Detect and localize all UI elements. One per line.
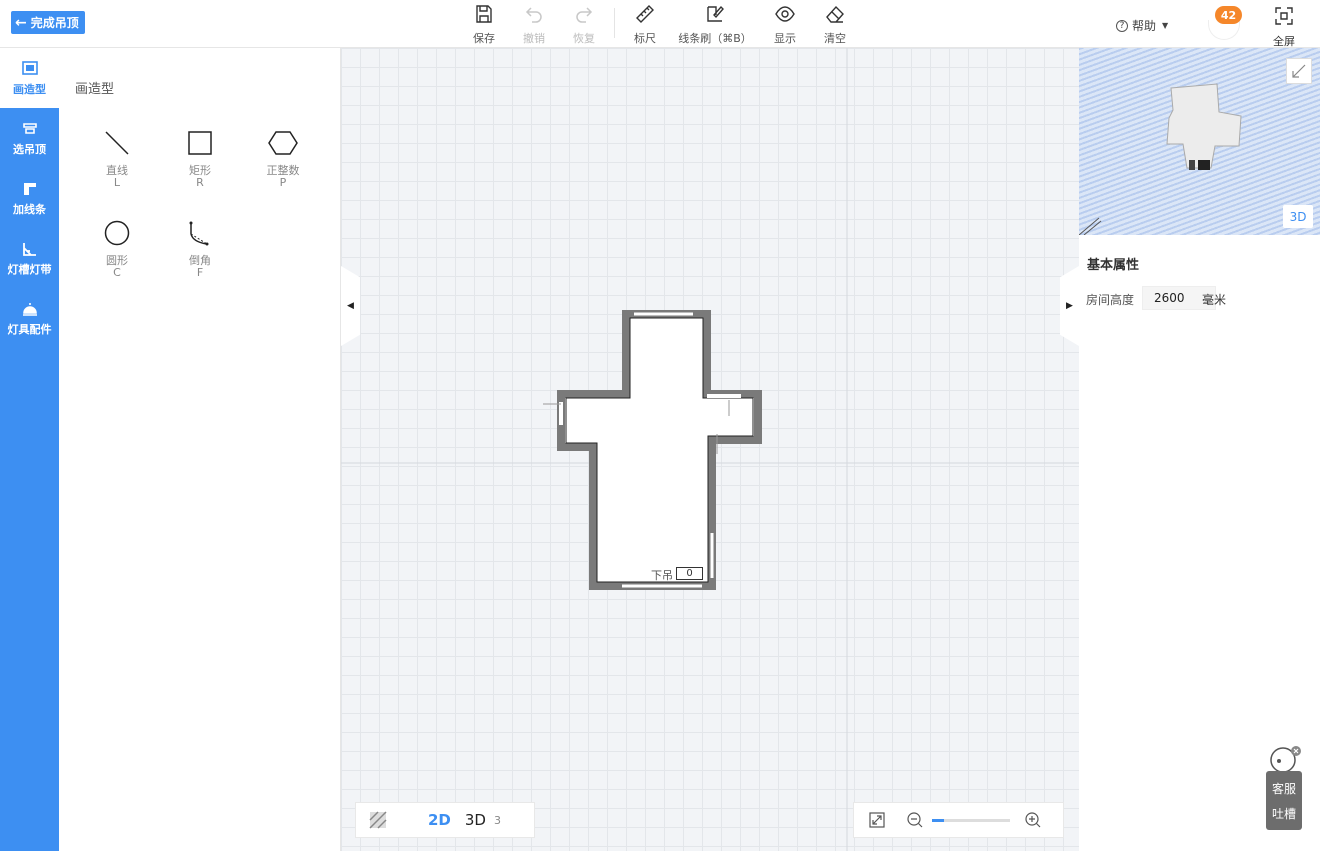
rail-item-label: 画造型 (13, 82, 46, 96)
draw-shape-icon (21, 60, 38, 75)
rectangle-icon (188, 131, 212, 155)
rail-item-label: 灯槽灯带 (7, 262, 52, 276)
display-label: 显示 (774, 32, 796, 45)
fullscreen-label: 全屏 (1273, 35, 1295, 48)
help-menu[interactable]: ? 帮助 ▼ (1116, 17, 1168, 34)
drop-label: 下吊 (651, 569, 673, 582)
rail-item-light-fixtures[interactable]: 灯具配件 (0, 288, 59, 348)
left-nav-rail: 画造型 选吊顶 加线条 灯槽灯带 灯具配件 (0, 48, 59, 851)
line-brush-icon (707, 5, 724, 22)
notification-badge[interactable]: 42 (1215, 6, 1242, 24)
shape-shortcut: P (279, 176, 287, 189)
room-height-label: 房间高度 (1086, 293, 1135, 307)
undo-icon (525, 7, 542, 23)
eraser-icon (826, 5, 844, 23)
fit-view-icon[interactable] (868, 811, 886, 829)
triangle-right-icon: ▶ (1066, 301, 1073, 311)
collapse-left-panel[interactable]: ◀ (341, 266, 360, 346)
shape-line-tool[interactable]: 直线 L (87, 128, 147, 189)
shape-chamfer-tool[interactable]: 倒角 F (170, 218, 230, 279)
view-3d-button[interactable]: 3D (465, 811, 486, 829)
customer-service-label: 客服 (1271, 781, 1296, 796)
question-icon: ? (1116, 19, 1128, 32)
feedback-label: 吐槽 (1271, 806, 1296, 821)
top-toolbar: ← 完成吊顶 保存 撤销 恢复 标尺 线条刷（⌘B） 显示 清空 ? 帮助 ▼ … (0, 0, 1320, 48)
eye-icon (775, 6, 795, 22)
save-label: 保存 (473, 32, 495, 45)
finish-ceiling-label: 完成吊顶 (30, 16, 79, 30)
shape-shortcut: R (196, 176, 204, 189)
save-icon (476, 5, 492, 23)
redo-button[interactable]: 恢复 (552, 3, 616, 46)
ceiling-icon (22, 122, 37, 134)
molding-icon (23, 182, 36, 195)
line-brush-label: 线条刷（⌘B） (678, 32, 752, 45)
redo-icon (576, 7, 593, 23)
view-level-select[interactable]: 3 (494, 814, 501, 827)
rail-item-label: 灯具配件 (7, 322, 52, 336)
lamp-icon (22, 302, 37, 316)
rail-item-light-trough[interactable]: 灯槽灯带 (0, 228, 59, 288)
back-arrow-icon: ← (15, 14, 27, 31)
ruler-label: 标尺 (634, 32, 656, 45)
redo-label: 恢复 (573, 32, 595, 45)
properties-title: 基本属性 (1087, 258, 1140, 273)
zoom-bar (853, 802, 1064, 838)
floor-texture-icon[interactable] (368, 810, 388, 830)
circle-icon (104, 220, 130, 246)
triangle-left-icon: ◀ (347, 301, 354, 311)
zoom-slider-fill (932, 818, 944, 822)
undo-label: 撤销 (523, 32, 545, 45)
help-label: 帮助 (1132, 19, 1157, 33)
shape-rectangle-tool[interactable]: 矩形 R (170, 128, 230, 189)
ruler-button[interactable]: 标尺 (613, 3, 677, 46)
panel-title: 画造型 (75, 82, 115, 97)
rail-item-add-line[interactable]: 加线条 (0, 168, 59, 228)
shape-shortcut: C (113, 266, 121, 279)
rail-item-label: 选吊顶 (13, 142, 46, 156)
customer-service-widget[interactable]: 客服 吐槽 (1266, 745, 1302, 830)
preview-3d-button[interactable]: 3D (1283, 205, 1313, 228)
expand-preview-button[interactable] (1286, 58, 1312, 84)
line-brush-button[interactable]: 线条刷（⌘B） (672, 3, 758, 46)
shape-circle-tool[interactable]: 圆形 C (87, 218, 147, 279)
caret-down-icon: ▼ (1162, 21, 1169, 30)
rail-item-label: 加线条 (13, 202, 46, 216)
collapse-right-panel[interactable]: ▶ (1060, 266, 1079, 346)
drawing-canvas[interactable]: 下吊 0 (341, 48, 1079, 851)
clear-button[interactable]: 清空 (803, 3, 867, 46)
shape-shortcut: L (113, 176, 121, 189)
finish-ceiling-button[interactable]: ← 完成吊顶 (11, 11, 85, 34)
zoom-slider[interactable] (932, 818, 1010, 822)
room-height-unit: 毫米 (1202, 293, 1227, 307)
view-2d-button[interactable]: 2D (428, 811, 451, 829)
customer-service-box[interactable]: 客服 吐槽 (1266, 771, 1302, 830)
zoom-out-icon[interactable] (906, 811, 924, 829)
floor-plan[interactable] (341, 48, 1079, 851)
drop-value-input[interactable]: 0 (676, 567, 703, 580)
view-mode-bar: 2D 3D 3 (355, 802, 535, 838)
rail-item-draw-shape[interactable]: 画造型 (0, 48, 59, 108)
shape-panel: 画造型 直线 L 矩形 R 正整数 P 圆形 C 倒角 F (59, 48, 341, 851)
fullscreen-icon (1275, 7, 1293, 25)
shape-polygon-tool[interactable]: 正整数 P (253, 128, 313, 189)
fullscreen-button[interactable]: 全屏 (1264, 5, 1304, 49)
chamfer-icon (189, 221, 209, 246)
shape-shortcut: F (196, 266, 204, 279)
expand-icon (1292, 64, 1306, 78)
zoom-in-icon[interactable] (1024, 811, 1042, 829)
ruler-icon (636, 5, 654, 23)
hexagon-icon (268, 131, 298, 155)
line-icon (105, 131, 129, 155)
clear-label: 清空 (824, 32, 846, 45)
rail-item-select-ceiling[interactable]: 选吊顶 (0, 108, 59, 168)
light-trough-icon (22, 242, 36, 256)
